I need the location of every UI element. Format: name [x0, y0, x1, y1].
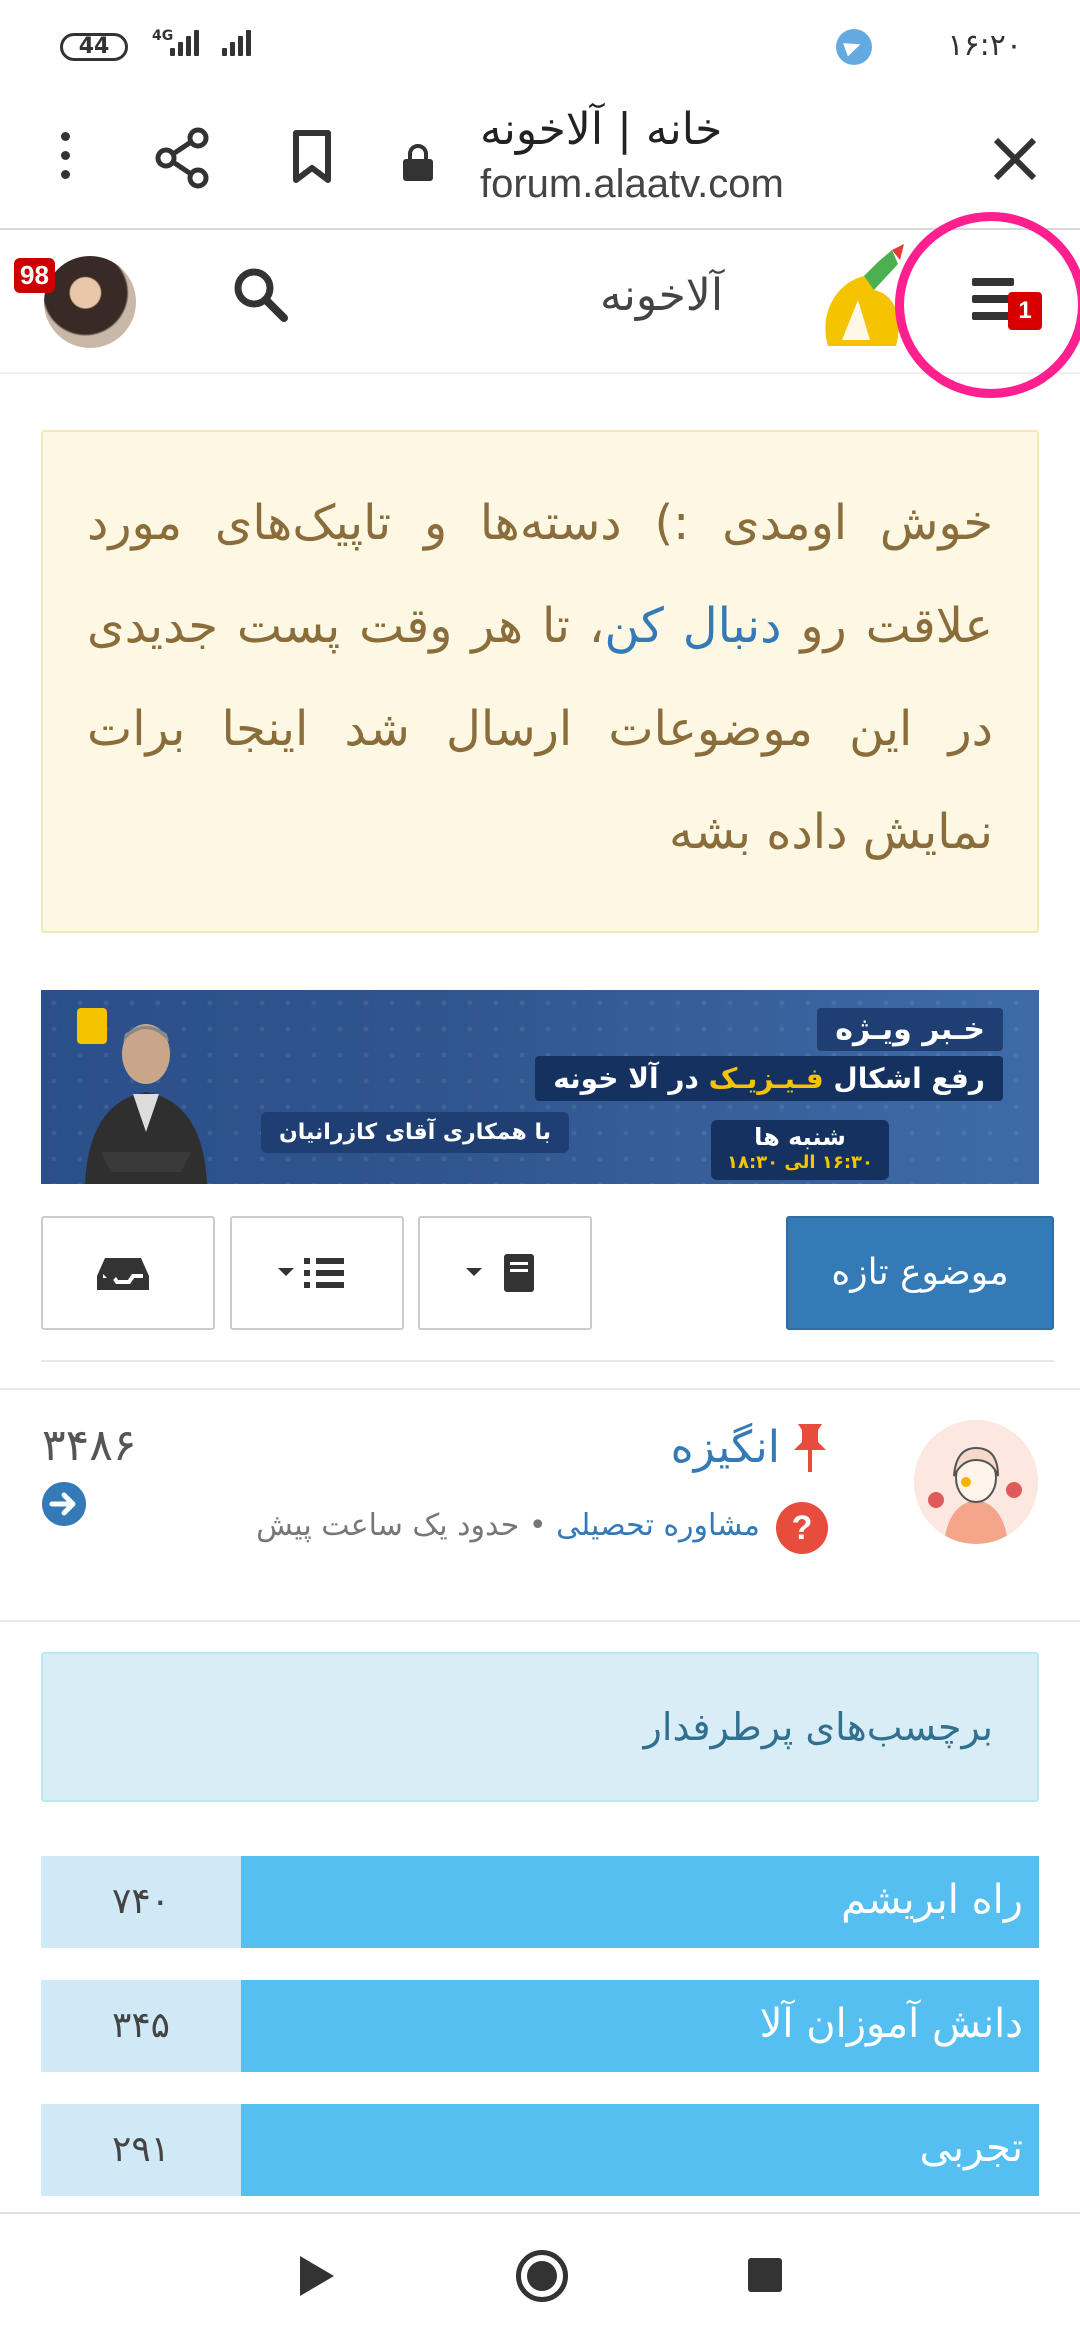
navigation-bar — [0, 2212, 1080, 2340]
promo-banner[interactable]: خـبر ویـژه رفع اشکال فـیـزیـک در آلا خون… — [41, 990, 1039, 1184]
list-icon — [278, 1258, 344, 1288]
follow-link[interactable]: دنبال کن — [604, 598, 781, 654]
topic-meta: مشاوره تحصیلی • حدود یک ساعت پیش — [256, 1508, 760, 1543]
category-dropdown[interactable] — [418, 1216, 592, 1330]
banner-sub-suffix: در آلا خونه — [553, 1062, 709, 1095]
topic-category[interactable]: مشاوره تحصیلی — [556, 1508, 760, 1543]
search-icon[interactable] — [228, 262, 292, 326]
notification-badge[interactable]: 98 — [14, 258, 55, 293]
tag-row[interactable]: راه ابریشم ۷۴۰ — [41, 1856, 1039, 1948]
back-icon[interactable] — [300, 2256, 334, 2296]
presenter-image — [85, 1024, 207, 1184]
meta-separator: • — [519, 1508, 557, 1543]
more-options-icon[interactable] — [55, 132, 75, 188]
page-title[interactable]: خانه | آلاخونه — [480, 104, 722, 155]
inbox-icon — [97, 1258, 149, 1290]
divider — [0, 1388, 1080, 1390]
status-bar: 44 4G ۱۶:۲۰ — [0, 0, 1080, 92]
status-time: ۱۶:۲۰ — [947, 28, 1022, 63]
menu-badge: 1 — [1008, 292, 1042, 330]
book-icon — [466, 1254, 534, 1292]
banner-headline: خـبر ویـژه — [817, 1008, 1003, 1051]
tag-row[interactable]: تجربی ۲۹۱ — [41, 2104, 1039, 2196]
tag-label[interactable]: راه ابریشم — [241, 1856, 1039, 1948]
banner-sub-prefix: رفع اشکال — [823, 1062, 985, 1095]
browser-toolbar: خانه | آلاخونه forum.alaatv.com — [0, 92, 1080, 230]
signal-icon — [170, 30, 199, 56]
tag-row[interactable]: دانش آموزان آلا ۳۴۵ — [41, 1980, 1039, 2072]
tag-count: ۷۴۰ — [111, 1881, 170, 1922]
battery-level: 44 — [78, 34, 110, 59]
divider — [0, 1620, 1080, 1622]
divider — [41, 1360, 1054, 1362]
arrow-right-icon[interactable] — [42, 1482, 86, 1526]
topic-time: حدود یک ساعت پیش — [256, 1508, 520, 1543]
share-icon[interactable] — [152, 126, 212, 190]
topic-title[interactable]: انگیزه — [671, 1422, 780, 1473]
banner-schedule: شنبه ها ۱۶:۳۰ الی ۱۸:۳۰ — [711, 1120, 889, 1180]
bookmark-icon[interactable] — [292, 130, 332, 184]
telegram-icon — [836, 29, 872, 65]
topic-author-avatar[interactable] — [914, 1420, 1038, 1544]
lock-icon[interactable] — [401, 142, 435, 182]
filter-dropdown[interactable] — [230, 1216, 404, 1330]
menu-button[interactable]: 1 — [960, 262, 1050, 342]
banner-credit: با همکاری آقای کازرانیان — [261, 1112, 569, 1153]
home-icon[interactable] — [516, 2250, 568, 2302]
tag-count: ۳۴۵ — [111, 2005, 170, 2046]
new-topic-button[interactable]: موضوع تازه — [786, 1216, 1054, 1330]
avatar[interactable] — [44, 256, 136, 348]
page-url[interactable]: forum.alaatv.com — [480, 162, 784, 207]
pinned-icon — [794, 1424, 826, 1472]
alaa-logo[interactable] — [808, 242, 918, 362]
banner-day: شنبه ها — [754, 1123, 846, 1151]
question-icon: ? — [776, 1502, 828, 1554]
banner-time: ۱۶:۳۰ الی ۱۸:۳۰ — [727, 1152, 873, 1173]
watch-state-dropdown[interactable] — [41, 1216, 215, 1330]
site-title[interactable]: آلاخونه — [600, 270, 723, 321]
signal-icon — [222, 30, 251, 56]
topic-view-count: ۳۴۸۶ — [42, 1420, 137, 1471]
banner-sub-highlight: فـیـزیـک — [708, 1062, 824, 1095]
tag-label[interactable]: تجربی — [241, 2104, 1039, 2196]
recents-icon[interactable] — [748, 2258, 782, 2292]
tag-label[interactable]: دانش آموزان آلا — [241, 1980, 1039, 2072]
banner-subtitle: رفع اشکال فـیـزیـک در آلا خونه — [535, 1056, 1003, 1101]
tag-count: ۲۹۱ — [111, 2129, 170, 2170]
close-icon[interactable] — [980, 124, 1050, 194]
welcome-alert: خوش اومدی :) دسته‌ها و تاپیک‌های مورد عل… — [41, 430, 1039, 933]
site-header: 98 آلاخونه 1 — [0, 232, 1080, 374]
battery-icon: 44 — [60, 33, 128, 61]
popular-tags-header: برچسب‌های پرطرفدار — [41, 1652, 1039, 1802]
